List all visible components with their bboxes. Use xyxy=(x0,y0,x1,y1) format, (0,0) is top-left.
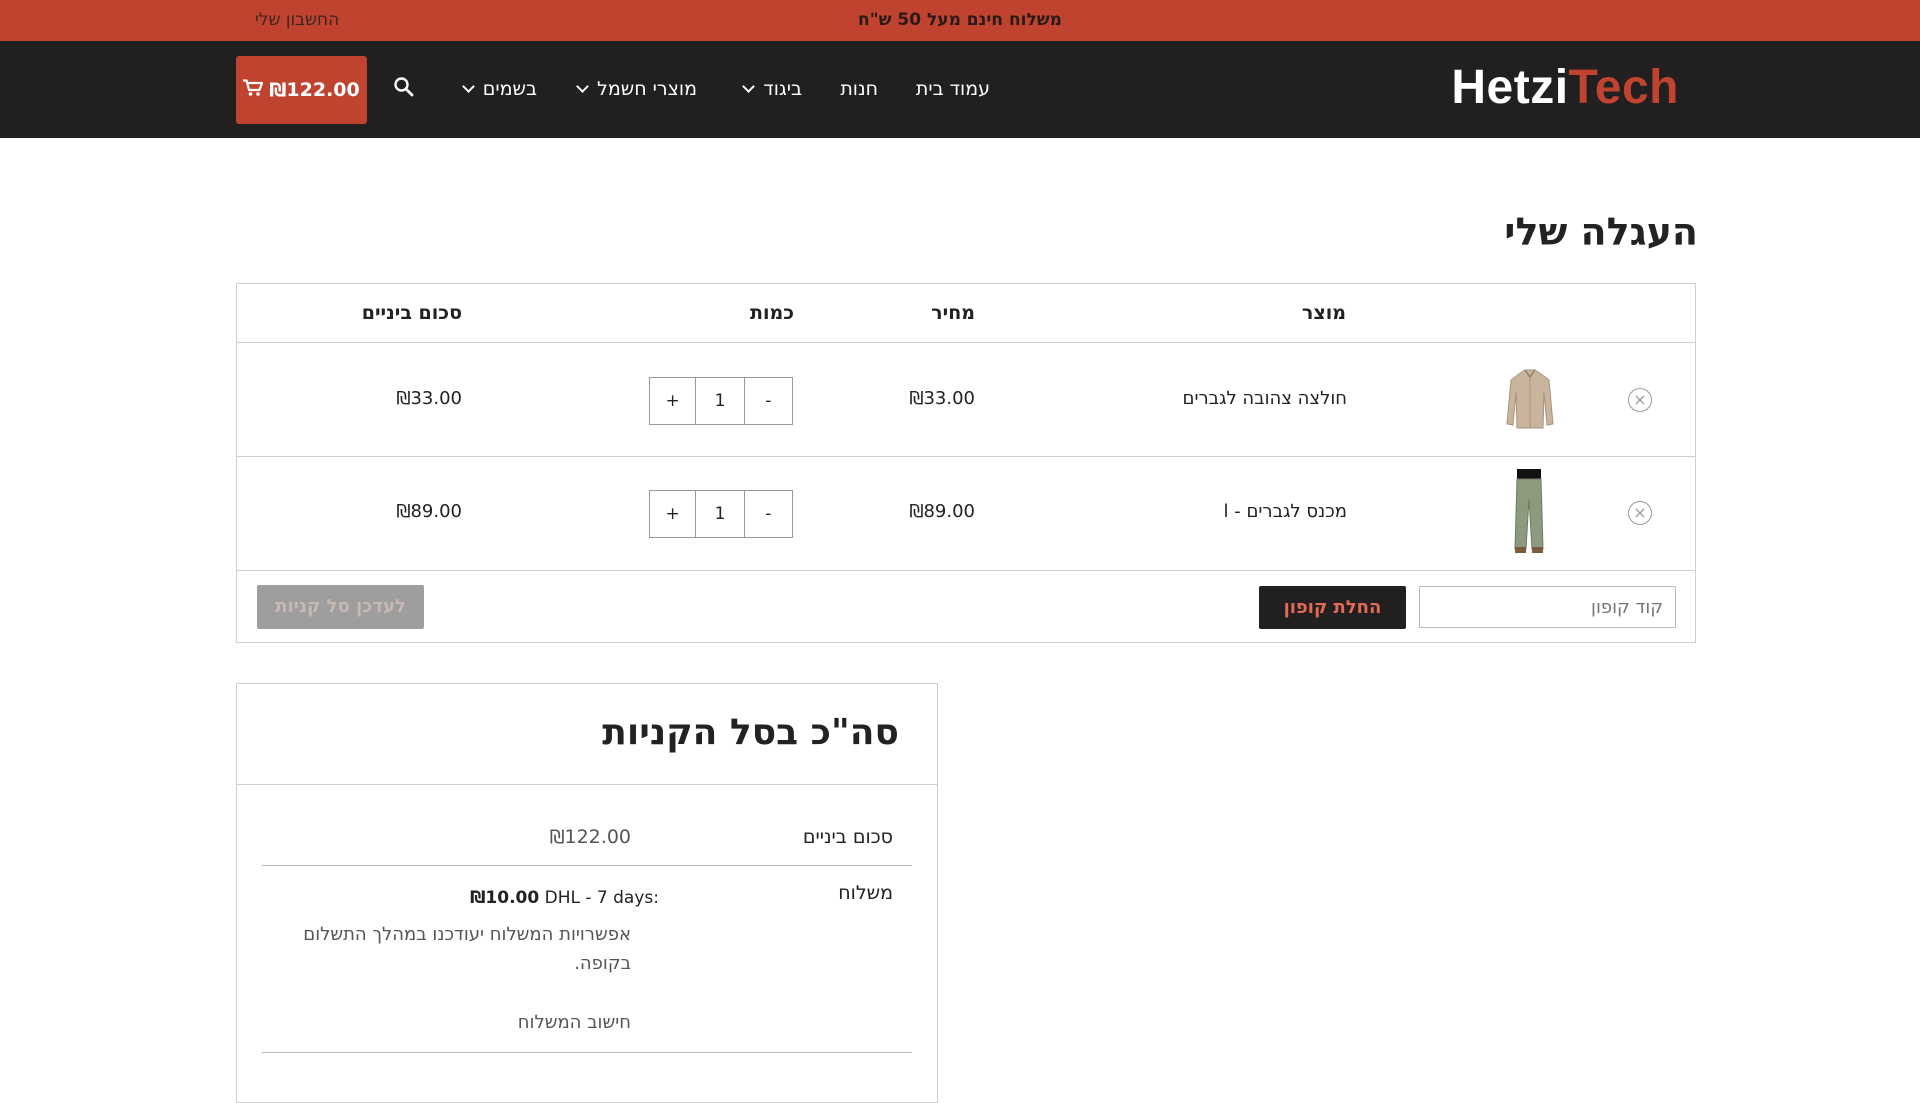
nav-item-label: חנות xyxy=(840,78,878,100)
coupon-code-input[interactable] xyxy=(1419,586,1676,628)
header-quantity: כמות xyxy=(749,302,794,324)
search-icon[interactable] xyxy=(392,75,416,99)
qty-decrease-button[interactable]: - xyxy=(745,491,792,537)
shipping-method[interactable]: ₪10.00 DHL - 7 days: xyxy=(470,888,659,908)
chevron-down-icon xyxy=(742,80,756,93)
update-cart-button[interactable]: לעדכן סל קניות xyxy=(257,585,424,629)
qty-decrease-button[interactable]: - xyxy=(745,378,792,424)
shipping-label: משלוח xyxy=(838,882,893,904)
cart-table: מוצר מחיר כמות סכום ביניים × חולצה צהובה… xyxy=(236,283,1696,643)
cart-totals-header: סה"כ בסל הקניות xyxy=(237,684,937,785)
shipping-method-label: DHL - 7 days: xyxy=(544,888,659,908)
shipping-note: אפשרויות המשלוח יעודכנו במהלך התשלום בקו… xyxy=(303,924,631,974)
product-name[interactable]: מכנס לגברים - l xyxy=(1224,501,1348,522)
logo-text-part2: Tech xyxy=(1568,61,1679,114)
logo-text-part1: Hetzi xyxy=(1451,61,1569,114)
chevron-down-icon xyxy=(461,80,475,93)
product-thumbnail-shirt[interactable] xyxy=(1505,368,1555,436)
cart-icon xyxy=(243,78,264,102)
top-promo-bar: משלוח חינם מעל 50 ש"ח החשבון שלי xyxy=(0,0,1920,41)
qty-increase-button[interactable]: + xyxy=(650,491,697,537)
qty-increase-button[interactable]: + xyxy=(650,378,697,424)
apply-coupon-button[interactable]: החלת קופון xyxy=(1259,586,1406,629)
item-subtotal: ₪89.00 xyxy=(396,501,462,522)
nav-item-label: ביגוד xyxy=(763,78,802,100)
cart-total: ₪122.00 xyxy=(269,79,360,101)
subtotal-value: ₪122.00 xyxy=(549,826,631,848)
product-thumbnail-pants[interactable] xyxy=(1511,469,1547,557)
subtotal-label: סכום ביניים xyxy=(802,826,893,848)
remove-item-icon[interactable]: × xyxy=(1628,388,1652,412)
nav-item-clothing[interactable]: ביגוד xyxy=(742,41,802,138)
nav-item-electronics[interactable]: מוצרי חשמל xyxy=(576,41,697,138)
header-subtotal: סכום ביניים xyxy=(361,302,462,324)
remove-item-icon[interactable]: × xyxy=(1628,501,1652,525)
header-cart-button[interactable]: ₪122.00 xyxy=(236,56,367,124)
nav-item-label: עמוד בית xyxy=(915,78,990,100)
nav-item-perfumes[interactable]: בשמים xyxy=(461,41,537,138)
main-navigation: HetziTech עמוד בית חנות ביגוד מוצרי חשמל… xyxy=(0,41,1920,138)
shipping-price: ₪10.00 xyxy=(470,888,540,908)
nav-item-label: מוצרי חשמל xyxy=(597,78,697,100)
product-price: ₪89.00 xyxy=(909,501,975,522)
my-account-link[interactable]: החשבון שלי xyxy=(255,0,339,41)
product-price: ₪33.00 xyxy=(909,388,975,409)
header-product: מוצר xyxy=(1301,302,1346,324)
nav-item-home[interactable]: עמוד בית xyxy=(916,41,990,138)
item-subtotal: ₪33.00 xyxy=(396,388,462,409)
table-row: × מכנס לגברים - l ₪89.00 + 1 - ₪89.00 xyxy=(237,457,1695,571)
cart-totals-title: סה"כ בסל הקניות xyxy=(602,712,899,753)
calculate-shipping-link[interactable]: חישוב המשלוח xyxy=(518,1012,631,1033)
product-name[interactable]: חולצה צהובה לגברים xyxy=(1183,388,1347,409)
header-price: מחיר xyxy=(931,302,975,324)
qty-input[interactable]: 1 xyxy=(696,378,745,424)
quantity-stepper: + 1 - xyxy=(649,490,793,538)
cart-table-header: מוצר מחיר כמות סכום ביניים xyxy=(237,284,1695,343)
nav-item-label: בשמים xyxy=(482,78,537,100)
table-row: × חולצה צהובה לגברים ₪33.00 + 1 - ₪33.00 xyxy=(237,343,1695,457)
divider xyxy=(262,1052,912,1053)
quantity-stepper: + 1 - xyxy=(649,377,793,425)
qty-input[interactable]: 1 xyxy=(696,491,745,537)
divider xyxy=(262,865,912,866)
nav-item-shop[interactable]: חנות xyxy=(840,41,878,138)
cart-totals-box: סה"כ בסל הקניות סכום ביניים ₪122.00 משלו… xyxy=(236,683,938,1103)
chevron-down-icon xyxy=(576,80,589,93)
page-title: העגלה שלי xyxy=(1504,210,1698,254)
site-logo[interactable]: HetziTech xyxy=(1451,63,1679,113)
